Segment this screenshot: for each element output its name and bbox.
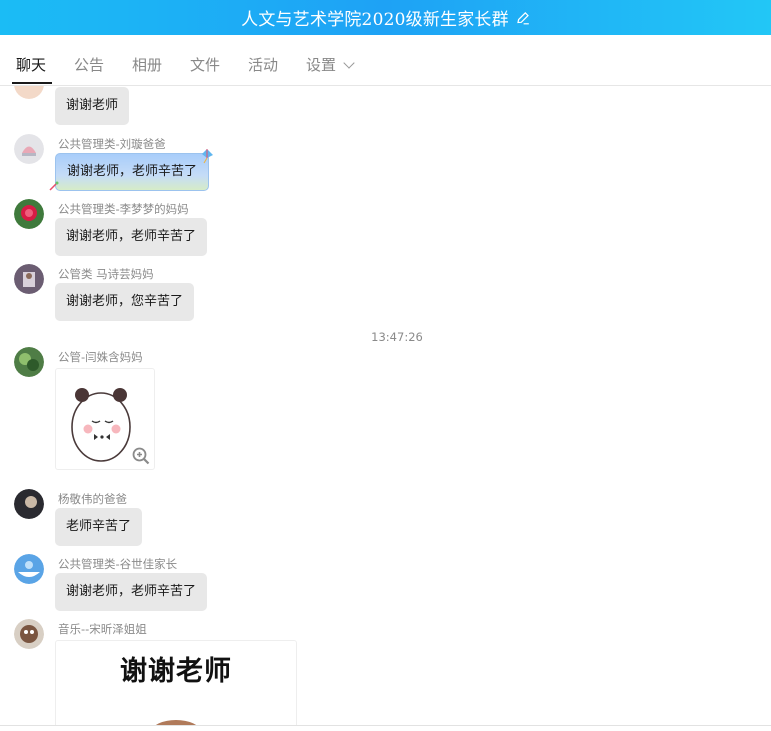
tab-album[interactable]: 相册 (132, 54, 162, 75)
message-bubble[interactable]: 谢谢老师，老师辛苦了 (55, 218, 208, 256)
tab-bar: 聊天 公告 相册 文件 活动 设置 (0, 35, 771, 86)
chevron-down-icon (343, 57, 355, 69)
avatar[interactable] (14, 554, 44, 584)
message-bubble[interactable]: 老师辛苦了 (55, 508, 143, 546)
sender-name: 公共管理类-李梦梦的妈妈 (58, 202, 189, 216)
avatar[interactable] (14, 134, 44, 164)
tab-settings[interactable]: 设置 (306, 54, 355, 75)
message-bubble[interactable]: 谢谢老师，您辛苦了 (55, 283, 195, 321)
pencil-icon[interactable] (516, 11, 530, 25)
sender-name: 公管类 马诗芸妈妈 (58, 267, 154, 281)
message-bubble[interactable]: 谢谢老师 (55, 87, 130, 125)
sender-name: 公共管理类-刘璇爸爸 (58, 137, 166, 151)
tab-files[interactable]: 文件 (190, 54, 220, 75)
sender-name: 音乐--宋昕泽姐姐 (58, 622, 147, 636)
kite-icon (202, 149, 213, 164)
sticker-image[interactable] (55, 368, 155, 470)
input-divider (0, 725, 771, 726)
sender-name: 公共管理类-谷世佳家长 (58, 557, 178, 571)
tab-activity[interactable]: 活动 (248, 54, 278, 75)
timestamp: 13:47:26 (371, 330, 423, 344)
tab-settings-label: 设置 (306, 56, 337, 74)
active-tab-indicator (12, 82, 52, 84)
avatar[interactable] (14, 86, 44, 99)
tab-chat[interactable]: 聊天 (16, 54, 46, 75)
sender-name: 公管-闫姝含妈妈 (58, 350, 143, 364)
sender-name: 杨敬伟的爸爸 (58, 492, 127, 506)
avatar[interactable] (14, 347, 44, 377)
chat-message-list[interactable]: 谢谢老师 公共管理类-刘璇爸爸 谢谢老师，老师辛苦了 公共管理类-李梦梦的妈妈 … (0, 86, 771, 726)
avatar[interactable] (14, 264, 44, 294)
message-bubble[interactable]: 谢谢老师，老师辛苦了 (55, 153, 210, 191)
sticker-caption: 谢谢老师 (120, 656, 232, 687)
window-titlebar: 人文与艺术学院2020级新生家长群 (0, 0, 771, 35)
avatar[interactable] (14, 199, 44, 229)
tab-announcement[interactable]: 公告 (74, 54, 104, 75)
avatar[interactable] (14, 619, 44, 649)
decoration-icon (49, 181, 59, 191)
avatar[interactable] (14, 489, 44, 519)
message-bubble[interactable]: 谢谢老师，老师辛苦了 (55, 573, 208, 611)
group-title: 人文与艺术学院2020级新生家长群 (241, 10, 509, 30)
sticker-image[interactable]: 谢谢老师 (55, 640, 297, 726)
zoom-in-icon[interactable] (132, 447, 150, 465)
